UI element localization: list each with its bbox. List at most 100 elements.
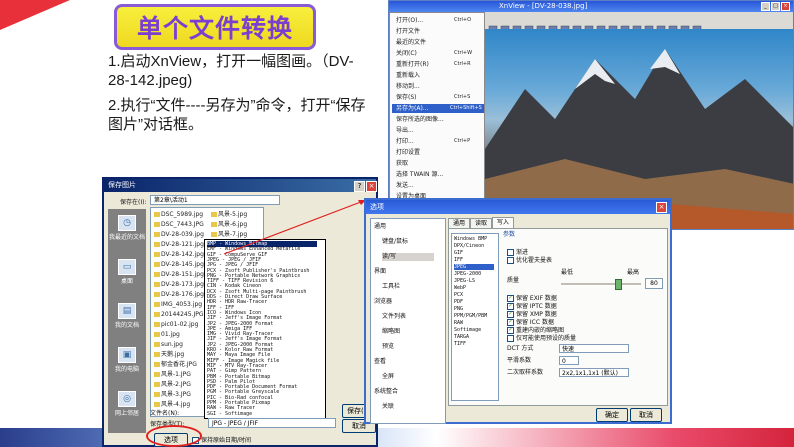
metadata-checkbox[interactable]: ✓ 保留 XMP 数据	[507, 311, 557, 319]
write-format-option[interactable]: TIFF	[454, 341, 466, 347]
menu-item[interactable]: 打印... Ctrl+P	[396, 137, 470, 146]
file-item[interactable]: DV-28-142.jpg	[154, 251, 204, 258]
ok-button[interactable]: 确定	[596, 408, 628, 422]
write-format-option[interactable]: TARGA	[454, 334, 469, 340]
tree-node[interactable]: 浏览器	[374, 298, 392, 306]
dct-combo[interactable]: 快速	[559, 344, 629, 353]
tree-node[interactable]: 缩略图	[382, 328, 400, 336]
options-cancel-button[interactable]: 取消	[630, 408, 662, 422]
file-item[interactable]: DV-28-176.jpg	[154, 291, 204, 298]
file-item[interactable]: DSC_5989.jpg	[154, 211, 203, 218]
file-item[interactable]: pic01-02.jpg	[154, 321, 198, 328]
metadata-checkbox[interactable]: ✓ 保留 IPTC 数据	[507, 303, 557, 311]
tree-node[interactable]: 全屏	[382, 373, 394, 381]
checkbox-box[interactable]	[507, 335, 514, 342]
menu-item[interactable]: 打印设置	[396, 148, 420, 157]
minimize-icon[interactable]: _	[761, 2, 770, 11]
write-format-option[interactable]: PNG	[454, 306, 463, 312]
file-item[interactable]: DV-28-173.jpg	[154, 281, 204, 288]
checkbox-box[interactable]: ✓	[507, 295, 514, 302]
options-tree[interactable]: 通用键盘/鼠标读/写界面工具栏浏览器文件列表缩略图预览查看全屏系统整合关联	[370, 218, 446, 424]
quality-slider-track[interactable]	[561, 283, 641, 286]
write-format-option[interactable]: PCX	[454, 292, 463, 298]
file-item[interactable]: 01.jpg	[154, 331, 180, 338]
place-item[interactable]: ▤ 我的文档	[108, 303, 146, 329]
tree-node[interactable]: 关联	[382, 403, 394, 411]
menu-item[interactable]: 打开文件	[396, 27, 420, 36]
menu-item[interactable]: 移动到...	[396, 82, 420, 91]
metadata-checkbox[interactable]: ✓ 保留 EXIF 数据	[507, 295, 557, 303]
checkbox-box[interactable]: ✓	[507, 311, 514, 318]
tree-node[interactable]: 键盘/鼠标	[382, 238, 408, 246]
metadata-checkbox[interactable]: ✓ 重建内嵌的缩略图	[507, 327, 564, 335]
tree-node[interactable]: 通用	[374, 223, 386, 231]
place-item[interactable]: ◷ 我最近的文档	[108, 215, 146, 241]
menu-item[interactable]: 发送...	[396, 181, 414, 190]
checkbox-box[interactable]: ✓	[507, 303, 514, 310]
file-item[interactable]: 天鹅.jpg	[154, 351, 184, 358]
write-format-option[interactable]: Softimage	[454, 327, 481, 333]
menu-item[interactable]: 最近的文件	[396, 38, 426, 47]
place-item[interactable]: ▭ 桌面	[108, 259, 146, 285]
subsample-combo[interactable]: 2x2,1x1,1x1 (默认)	[559, 368, 629, 377]
menu-item[interactable]: 导出...	[396, 126, 414, 135]
checkbox-box[interactable]: ✓	[507, 327, 514, 334]
quality-slider-thumb[interactable]	[615, 279, 622, 290]
file-item[interactable]: DV-28-145.jpg	[154, 261, 204, 268]
write-format-option[interactable]: GIF	[454, 250, 463, 256]
close-icon[interactable]: ×	[781, 2, 790, 11]
options-close-icon[interactable]: ×	[656, 202, 667, 213]
tree-node[interactable]: 查看	[374, 358, 386, 366]
menu-item[interactable]: 另存为(A)... Ctrl+Shift+S	[392, 104, 484, 113]
file-item[interactable]: 郁金香花.JPG	[154, 361, 197, 368]
menu-item[interactable]: 关闭(C) Ctrl+W	[396, 49, 472, 58]
tree-node[interactable]: 界面	[374, 268, 386, 276]
optimize-checkbox[interactable]: 优化霍夫曼表	[507, 257, 552, 265]
format-dropdown-list[interactable]: BMP - Windows Bitmap EMF - Windows Enhanc…	[204, 239, 326, 419]
menu-item[interactable]: 获取	[396, 159, 408, 168]
write-format-list[interactable]: Windows BMP DPX/Cineon GIF IFF JPEG JPEG-2000…	[451, 233, 499, 401]
file-item[interactable]: DV-28-151.jpg	[154, 271, 204, 278]
maximize-icon[interactable]: □	[771, 2, 780, 11]
file-item[interactable]: DV-28-121.jpg	[154, 241, 204, 248]
menu-item[interactable]: 重新打开(R) Ctrl+R	[396, 60, 471, 69]
menu-item[interactable]: 选择 TWAIN 源...	[396, 170, 443, 179]
savetype-combo[interactable]: JPG - JPEG / JFIF	[208, 418, 336, 428]
file-item[interactable]: DV-28-039.jpg	[154, 231, 204, 238]
file-item[interactable]: 风景-1.JPG	[154, 371, 191, 378]
file-item[interactable]: 20144245.JPG	[154, 311, 203, 318]
place-item[interactable]: ▣ 我的电脑	[108, 347, 146, 373]
write-format-option[interactable]: PDF	[454, 299, 463, 305]
place-item[interactable]: ◎ 网上邻居	[108, 391, 146, 417]
smooth-input[interactable]: 0	[559, 356, 579, 365]
file-item[interactable]: IMG_4053.jpg	[154, 301, 202, 308]
menu-item[interactable]: 保存所选的图像...	[396, 115, 444, 124]
checkbox-box[interactable]: ✓	[507, 319, 514, 326]
write-format-option[interactable]: Windows BMP	[454, 236, 487, 242]
write-format-option[interactable]: DPX/Cineon	[454, 243, 484, 249]
tree-node[interactable]: 文件列表	[382, 313, 406, 321]
file-item[interactable]: DSC_7443.JPG	[154, 221, 204, 228]
tree-node[interactable]: 读/写	[382, 253, 434, 261]
file-item[interactable]: 风景-4.jpg	[154, 401, 190, 408]
format-option[interactable]: SGI - Softimage	[207, 411, 252, 417]
write-format-option[interactable]: IFF	[454, 257, 463, 263]
progressive-box[interactable]	[507, 249, 514, 256]
file-item[interactable]: sun.jpg	[154, 341, 183, 348]
metadata-checkbox[interactable]: 仅可能使用预设的质量	[507, 335, 576, 343]
menu-item[interactable]: 保存(S) Ctrl+S	[396, 93, 470, 102]
tree-node[interactable]: 工具栏	[382, 283, 400, 291]
write-format-option[interactable]: JPEG	[454, 264, 494, 270]
tree-node[interactable]: 系统整合	[374, 388, 398, 396]
file-item[interactable]: 风景-3.JPG	[154, 391, 191, 398]
write-format-option[interactable]: JPEG-2000	[454, 271, 481, 277]
write-format-option[interactable]: WebP	[454, 285, 466, 291]
file-item[interactable]: 风景-2.JPG	[154, 381, 191, 388]
write-format-option[interactable]: JPEG-LS	[454, 278, 475, 284]
write-format-option[interactable]: PPM/PGM/PBM	[454, 313, 487, 319]
progressive-checkbox[interactable]: 渐进	[507, 249, 528, 257]
tree-node[interactable]: 预览	[382, 343, 394, 351]
menu-item[interactable]: 打开(O)... Ctrl+O	[396, 16, 471, 25]
quality-input[interactable]: 80	[645, 278, 663, 289]
menu-item[interactable]: 重新载入	[396, 71, 420, 80]
